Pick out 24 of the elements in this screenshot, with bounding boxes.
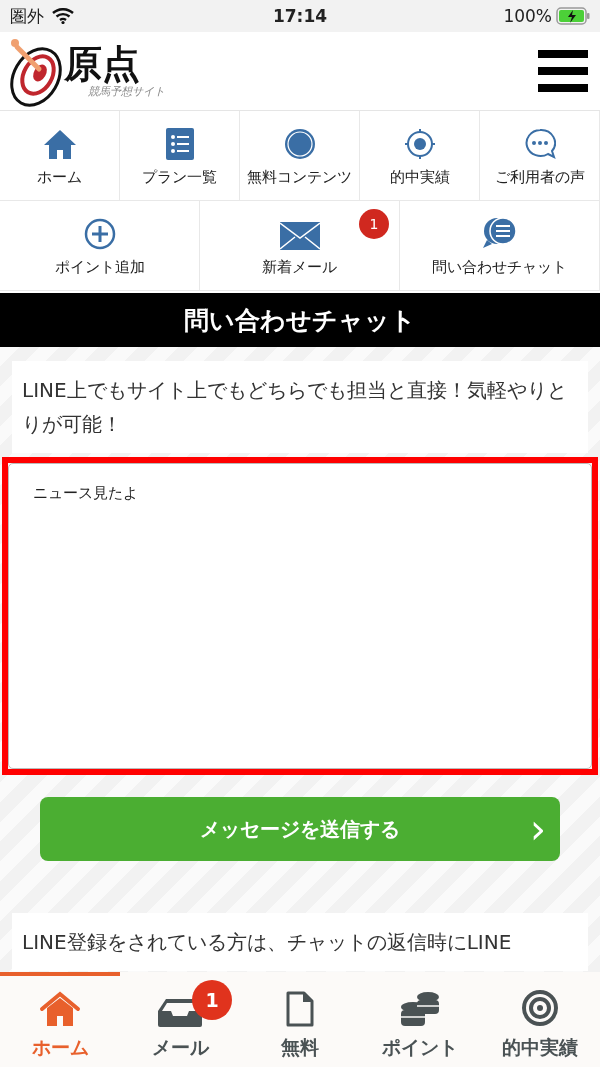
tab-item[interactable]: 無料 [240, 972, 360, 1067]
tab-item[interactable]: ポイント [360, 972, 480, 1067]
battery-percent: 100% [503, 6, 552, 26]
logo-subtitle: 競馬予想サイト [88, 84, 165, 99]
nav-item[interactable]: 問い合わせチャット [400, 201, 600, 291]
nav-item[interactable]: 新着メール 1 [200, 201, 400, 291]
logo-title: 原点 [64, 43, 141, 84]
nav-item[interactable]: ポイント追加 [0, 201, 200, 291]
nav-item[interactable]: 的中実績 [360, 111, 480, 201]
carrier-text: 圏外 [10, 4, 44, 28]
notice-text: LINE登録をされている方は、チャットの返信時にLINE [12, 913, 588, 971]
nav-item[interactable]: プラン一覧 [120, 111, 240, 201]
tab-item[interactable]: 的中実績 [480, 972, 600, 1067]
message-field[interactable]: ニュース見たよ [8, 463, 592, 769]
chevron-icon: › [530, 809, 546, 849]
unread-badge: 1 [192, 980, 232, 1020]
info-text: LINE上でもサイト上でもどちらでも担当と直接！気軽やりとりが可能！ [12, 361, 588, 453]
tab-item[interactable]: メール 1 [120, 972, 240, 1067]
nav-item[interactable]: 無料コンテンツ [240, 111, 360, 201]
nav-item[interactable]: ホーム [0, 111, 120, 201]
unread-badge: 1 [359, 209, 389, 239]
page-title: 問い合わせチャット [0, 293, 600, 347]
nav-item[interactable]: ご利用者の声 [480, 111, 600, 201]
clock-text: 17:14 [272, 6, 328, 26]
